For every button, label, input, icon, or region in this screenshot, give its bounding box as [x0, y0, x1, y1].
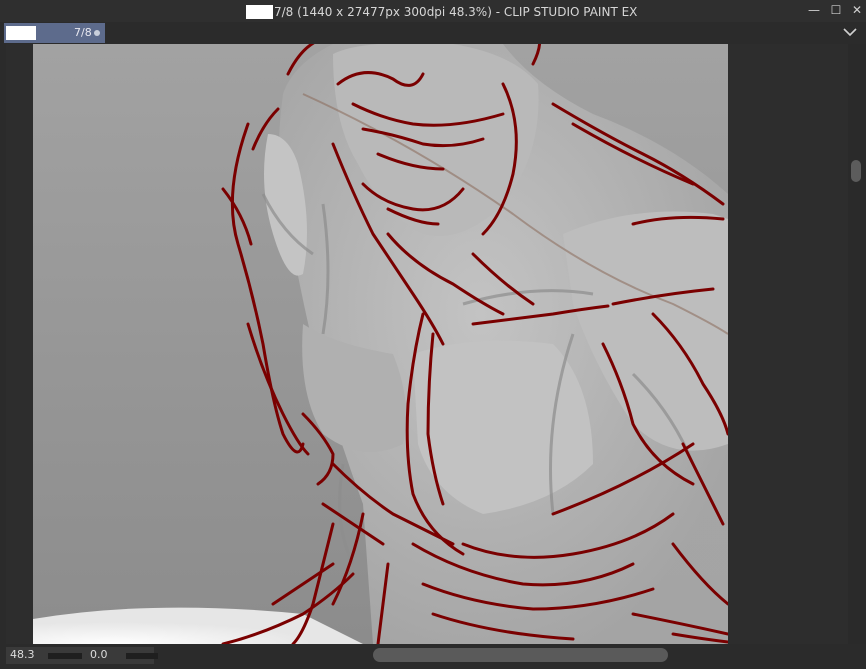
drawing-canvas[interactable] [33, 44, 728, 644]
zoom-slider[interactable] [48, 653, 82, 659]
status-bar: 48.3 0.0 [0, 644, 866, 669]
window-title-text: 7/8 (1440 x 27477px 300dpi 48.3%) - CLIP… [274, 5, 638, 19]
vertical-scrollbar[interactable] [848, 44, 866, 644]
zoom-level-field[interactable]: 48.3 [10, 648, 35, 661]
tab-thumbnail [6, 26, 36, 40]
title-color-swatch [246, 5, 273, 19]
title-bar: 7/8 (1440 x 27477px 300dpi 48.3%) - CLIP… [0, 0, 866, 22]
minimize-button[interactable]: — [807, 3, 821, 17]
chevron-down-icon[interactable] [842, 24, 858, 40]
horizontal-scroll-thumb[interactable] [373, 648, 668, 662]
artwork [33, 44, 728, 644]
maximize-button[interactable]: ☐ [829, 3, 843, 17]
canvas-tab[interactable]: 7/8 [4, 23, 105, 43]
tab-label: 7/8 [74, 26, 92, 39]
rotation-slider[interactable] [126, 653, 158, 659]
navigation-controls: 48.3 0.0 [6, 647, 158, 664]
unsaved-indicator [94, 30, 100, 36]
window-title: 7/8 (1440 x 27477px 300dpi 48.3%) - CLIP… [246, 4, 637, 20]
close-button[interactable]: ✕ [850, 3, 864, 17]
vertical-scroll-thumb[interactable] [851, 160, 861, 182]
canvas-tab-bar: 7/8 [0, 22, 866, 44]
rotation-angle-field[interactable]: 0.0 [90, 648, 108, 661]
